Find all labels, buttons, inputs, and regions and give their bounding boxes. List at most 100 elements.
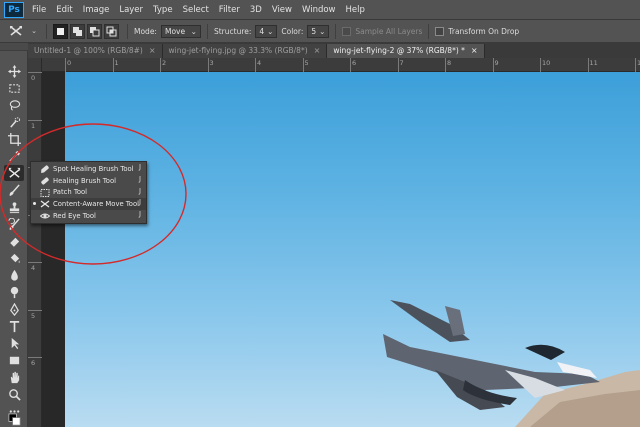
current-tool-bullet <box>33 202 36 206</box>
drop-icon <box>10 269 18 281</box>
tool-preset-picker[interactable]: ⌄ <box>6 22 40 40</box>
ruler-tick-label: 5 <box>304 59 309 67</box>
ruler-tick-label: 0 <box>31 74 36 82</box>
flyout-item-label: Red Eye Tool <box>53 212 96 221</box>
quick-selection-tool[interactable] <box>4 114 24 130</box>
color-label: Color: <box>281 26 304 36</box>
close-icon[interactable]: × <box>471 44 478 58</box>
sample-all-layers-checkbox[interactable] <box>342 26 352 36</box>
tools-panel <box>0 43 28 427</box>
color-select[interactable]: 5 ⌄ <box>307 24 330 38</box>
divider <box>46 23 47 39</box>
paint-bucket-tool[interactable] <box>4 250 24 266</box>
ruler-tick <box>160 58 161 72</box>
ruler-tick <box>587 58 589 72</box>
tab-untitled-1[interactable]: Untitled-1 @ 100% (RGB/8#) × <box>28 44 163 58</box>
content-aware-move-icon <box>8 167 20 178</box>
subtract-from-selection-button[interactable] <box>87 23 102 39</box>
tab-label: wing-jet-flying.jpg @ 33.3% (RGB/8*) <box>168 46 308 55</box>
eyedropper-tool[interactable] <box>4 148 24 164</box>
zoom-tool[interactable] <box>4 386 24 402</box>
flyout-item-shortcut: J <box>138 210 141 219</box>
close-icon[interactable]: × <box>149 44 156 58</box>
hand-tool[interactable] <box>4 369 24 385</box>
ruler-tick-label: 1 <box>31 121 36 130</box>
vertical-ruler[interactable]: 0123456 <box>28 58 42 427</box>
pen-tool[interactable] <box>4 301 24 317</box>
eraser-icon <box>9 237 19 247</box>
flyout-item-content-aware-move[interactable]: Content-Aware Move Tool J <box>31 198 146 211</box>
menu-view[interactable]: View <box>272 5 292 15</box>
chevron-down-icon: ⌄ <box>190 26 197 36</box>
menu-edit[interactable]: Edit <box>56 5 72 15</box>
flyout-item-spot-healing-brush[interactable]: Spot Healing Brush Tool J <box>31 163 146 175</box>
eraser-tool[interactable] <box>4 233 24 249</box>
transform-on-drop-label: Transform On Drop <box>448 26 520 36</box>
healing-brush-icon <box>41 177 49 185</box>
intersect-selection-button[interactable] <box>104 23 119 39</box>
transform-on-drop-checkbox[interactable] <box>435 26 445 36</box>
menu-file[interactable]: File <box>32 5 46 15</box>
menu-window[interactable]: Window <box>302 5 336 15</box>
horizontal-ruler[interactable]: 0123456789101112 <box>42 58 640 72</box>
ruler-tick <box>112 58 114 72</box>
flyout-item-red-eye[interactable]: Red Eye Tool J <box>31 210 146 222</box>
divider <box>428 23 430 39</box>
canvas-image[interactable] <box>65 72 640 427</box>
dodge-icon <box>10 286 18 298</box>
ruler-tick <box>350 58 351 72</box>
menu-select[interactable]: Select <box>183 5 209 15</box>
type-tool[interactable] <box>4 318 24 334</box>
paint-bucket-icon <box>10 253 20 263</box>
tab-wing-jet-flying-2[interactable]: wing-jet-flying-2 @ 37% (RGB/8*) * × <box>327 44 485 58</box>
color-swatches[interactable] <box>4 412 24 426</box>
menu-help[interactable]: Help <box>346 5 365 15</box>
history-brush-tool[interactable] <box>4 216 24 232</box>
ruler-tick <box>28 357 42 358</box>
healing-tools-flyout: Spot Healing Brush Tool J Healing Brush … <box>30 161 147 224</box>
ruler-tick-label: 0 <box>67 59 72 67</box>
close-icon[interactable]: × <box>314 44 321 58</box>
ruler-tick-label: 3 <box>209 59 214 67</box>
content-aware-move-tool[interactable] <box>4 165 24 181</box>
ruler-tick <box>65 58 66 72</box>
blur-tool[interactable] <box>4 267 24 283</box>
path-selection-tool[interactable] <box>4 335 24 351</box>
brush-tool[interactable] <box>4 182 24 198</box>
menu-layer[interactable]: Layer <box>119 5 143 15</box>
lasso-tool[interactable] <box>4 97 24 113</box>
flyout-item-healing-brush[interactable]: Healing Brush Tool J <box>31 175 146 187</box>
ruler-tick <box>28 262 42 263</box>
ruler-tick-label: 11 <box>589 59 598 67</box>
move-icon <box>7 64 21 78</box>
flyout-item-patch[interactable]: Patch Tool J <box>31 187 146 199</box>
divider <box>335 23 337 39</box>
panel-grip[interactable] <box>0 43 28 51</box>
new-selection-button[interactable] <box>53 23 68 39</box>
ruler-tick <box>445 58 446 72</box>
add-to-selection-button[interactable] <box>70 23 85 39</box>
options-bar: ⌄ Mode: Move ⌄ Structure: 4 ⌄ Color: 5 ⌄… <box>0 20 640 43</box>
divider <box>127 23 128 39</box>
chevron-down-icon: ⌄ <box>319 26 326 36</box>
mode-select[interactable]: Move ⌄ <box>160 24 201 38</box>
photoshop-logo[interactable]: Ps <box>4 1 24 18</box>
tab-wing-jet-flying[interactable]: wing-jet-flying.jpg @ 33.3% (RGB/8*) × <box>162 44 328 58</box>
crop-tool[interactable] <box>4 131 24 147</box>
structure-select[interactable]: 4 ⌄ <box>255 24 278 38</box>
flyout-item-shortcut: J <box>138 186 141 195</box>
ruler-tick <box>207 58 209 72</box>
marquee-tool[interactable] <box>4 80 24 96</box>
rectangle-tool[interactable] <box>4 352 24 368</box>
menu-image[interactable]: Image <box>83 5 110 15</box>
move-tool[interactable] <box>4 63 24 79</box>
menu-filter[interactable]: Filter <box>219 5 240 15</box>
dodge-tool[interactable] <box>4 284 24 300</box>
divider <box>206 23 208 39</box>
ruler-tick <box>28 72 42 73</box>
color-value: 5 <box>311 26 317 36</box>
clone-stamp-tool[interactable] <box>4 199 24 215</box>
menu-type[interactable]: Type <box>153 5 173 15</box>
menu-3d[interactable]: 3D <box>250 5 262 15</box>
patch-icon <box>40 188 50 197</box>
